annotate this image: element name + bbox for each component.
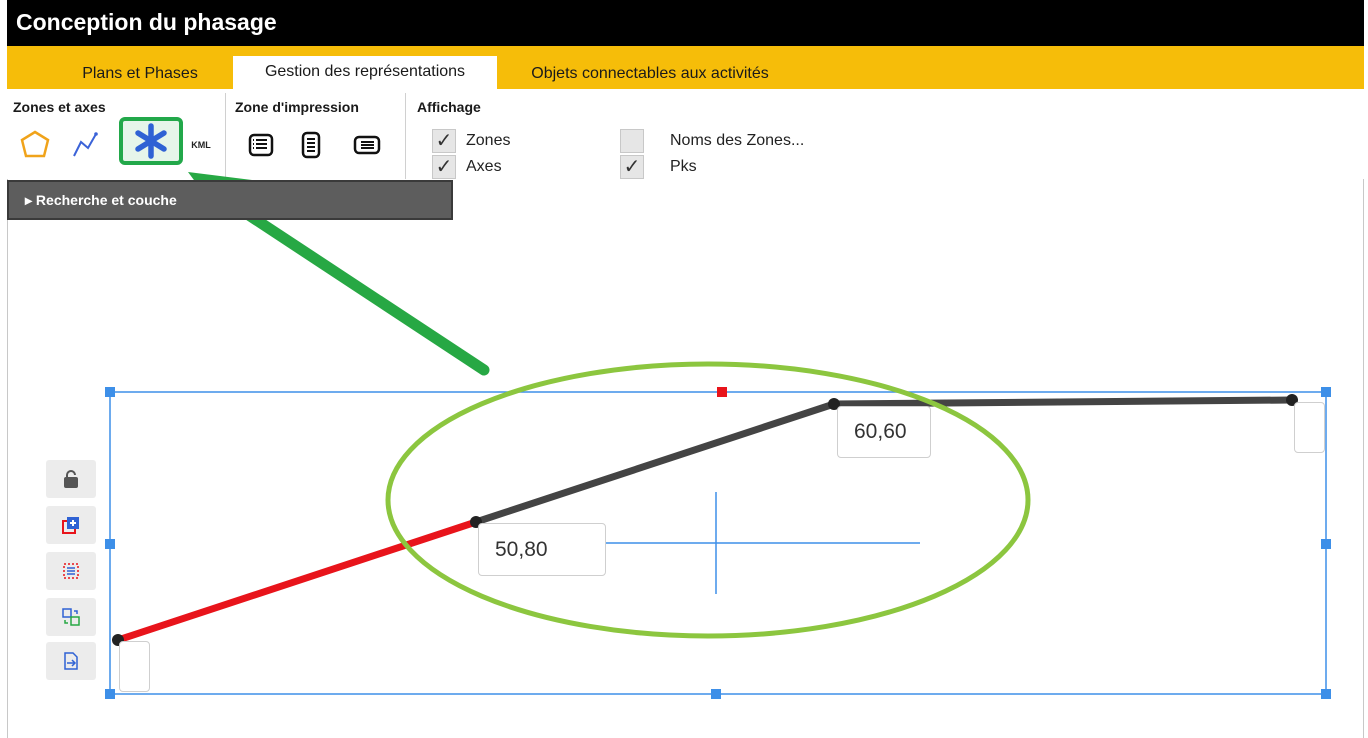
resize-handle[interactable] xyxy=(105,387,115,397)
rotate-handle[interactable] xyxy=(717,387,727,397)
add-layer-icon xyxy=(62,517,79,534)
highlight-ellipse xyxy=(385,361,1031,639)
swap-button[interactable] xyxy=(46,598,96,636)
resize-handle[interactable] xyxy=(1321,387,1331,397)
annotation-arrow xyxy=(220,194,490,376)
lock-icon xyxy=(64,470,78,488)
pk-label-empty xyxy=(1294,402,1325,453)
list-select-icon xyxy=(63,563,79,579)
resize-handle[interactable] xyxy=(105,539,115,549)
resize-handle[interactable] xyxy=(711,689,721,699)
axis-segment[interactable] xyxy=(830,396,1296,408)
pk-label-empty xyxy=(119,641,150,692)
export-button[interactable] xyxy=(46,642,96,680)
swap-icon xyxy=(62,608,80,626)
map-canvas[interactable] xyxy=(0,0,1368,738)
resize-handle[interactable] xyxy=(105,689,115,699)
pk-label: 50,80 xyxy=(478,523,606,576)
axis-segment[interactable] xyxy=(472,400,838,526)
export-icon xyxy=(64,652,78,670)
lock-button[interactable] xyxy=(46,460,96,498)
resize-handle[interactable] xyxy=(1321,539,1331,549)
axis-segment-active[interactable] xyxy=(114,518,480,644)
add-layer-button[interactable] xyxy=(46,506,96,544)
list-select-button[interactable] xyxy=(46,552,96,590)
pk-label: 60,60 xyxy=(837,406,931,458)
search-layer-panel-toggle[interactable]: ▸ Recherche et couche xyxy=(7,180,453,220)
resize-handle[interactable] xyxy=(1321,689,1331,699)
